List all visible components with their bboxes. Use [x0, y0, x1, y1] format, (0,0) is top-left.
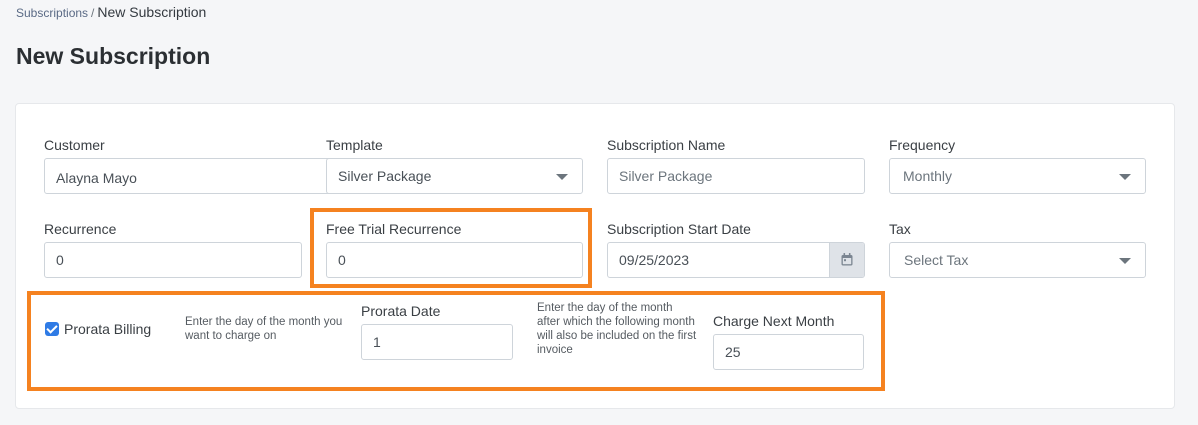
subscription-name-input[interactable]: Silver Package [607, 158, 865, 194]
template-select-value: Silver Package [338, 168, 432, 184]
breadcrumb-subscriptions-link[interactable]: Subscriptions [16, 6, 88, 20]
prorata-billing-help: Enter the day of the month you want to c… [185, 316, 343, 342]
recurrence-label: Recurrence [44, 221, 117, 237]
charge-next-month-input[interactable]: 25 [713, 334, 864, 370]
chevron-down-icon [556, 174, 568, 180]
template-label: Template [326, 137, 383, 153]
breadcrumb-separator: / [91, 6, 95, 20]
frequency-select-value: Monthly [903, 168, 953, 184]
customer-label: Customer [44, 137, 105, 153]
tax-select-placeholder: Select Tax [904, 252, 969, 268]
prorata-billing-label[interactable]: Prorata Billing [64, 321, 151, 337]
tax-label: Tax [889, 221, 911, 237]
page-title: New Subscription [16, 43, 211, 69]
start-date-value: 09/25/2023 [619, 252, 690, 268]
calendar-icon [841, 253, 853, 266]
start-date-label: Subscription Start Date [607, 221, 751, 237]
recurrence-input[interactable]: 0 [44, 242, 302, 278]
prorata-date-help: Enter the day of the month after which t… [537, 302, 697, 356]
tax-select[interactable]: Select Tax [889, 242, 1146, 278]
template-select[interactable]: Silver Package [326, 158, 583, 194]
free-trial-recurrence-label: Free Trial Recurrence [326, 221, 462, 237]
frequency-select[interactable]: Monthly [889, 158, 1146, 194]
free-trial-recurrence-input[interactable]: 0 [326, 242, 583, 278]
subscription-name-label: Subscription Name [607, 137, 726, 153]
chevron-down-icon [1119, 258, 1131, 264]
breadcrumb: Subscriptions / New Subscription [16, 4, 206, 20]
breadcrumb-current: New Subscription [97, 4, 207, 20]
start-date-input[interactable]: 09/25/2023 [607, 242, 865, 278]
prorata-date-input[interactable]: 1 [361, 324, 513, 360]
charge-next-month-label: Charge Next Month [713, 313, 835, 329]
chevron-down-icon [1119, 174, 1131, 180]
calendar-button[interactable] [829, 243, 864, 277]
frequency-label: Frequency [889, 137, 956, 153]
prorata-billing-checkbox[interactable] [45, 322, 59, 336]
prorata-date-label: Prorata Date [361, 303, 441, 319]
